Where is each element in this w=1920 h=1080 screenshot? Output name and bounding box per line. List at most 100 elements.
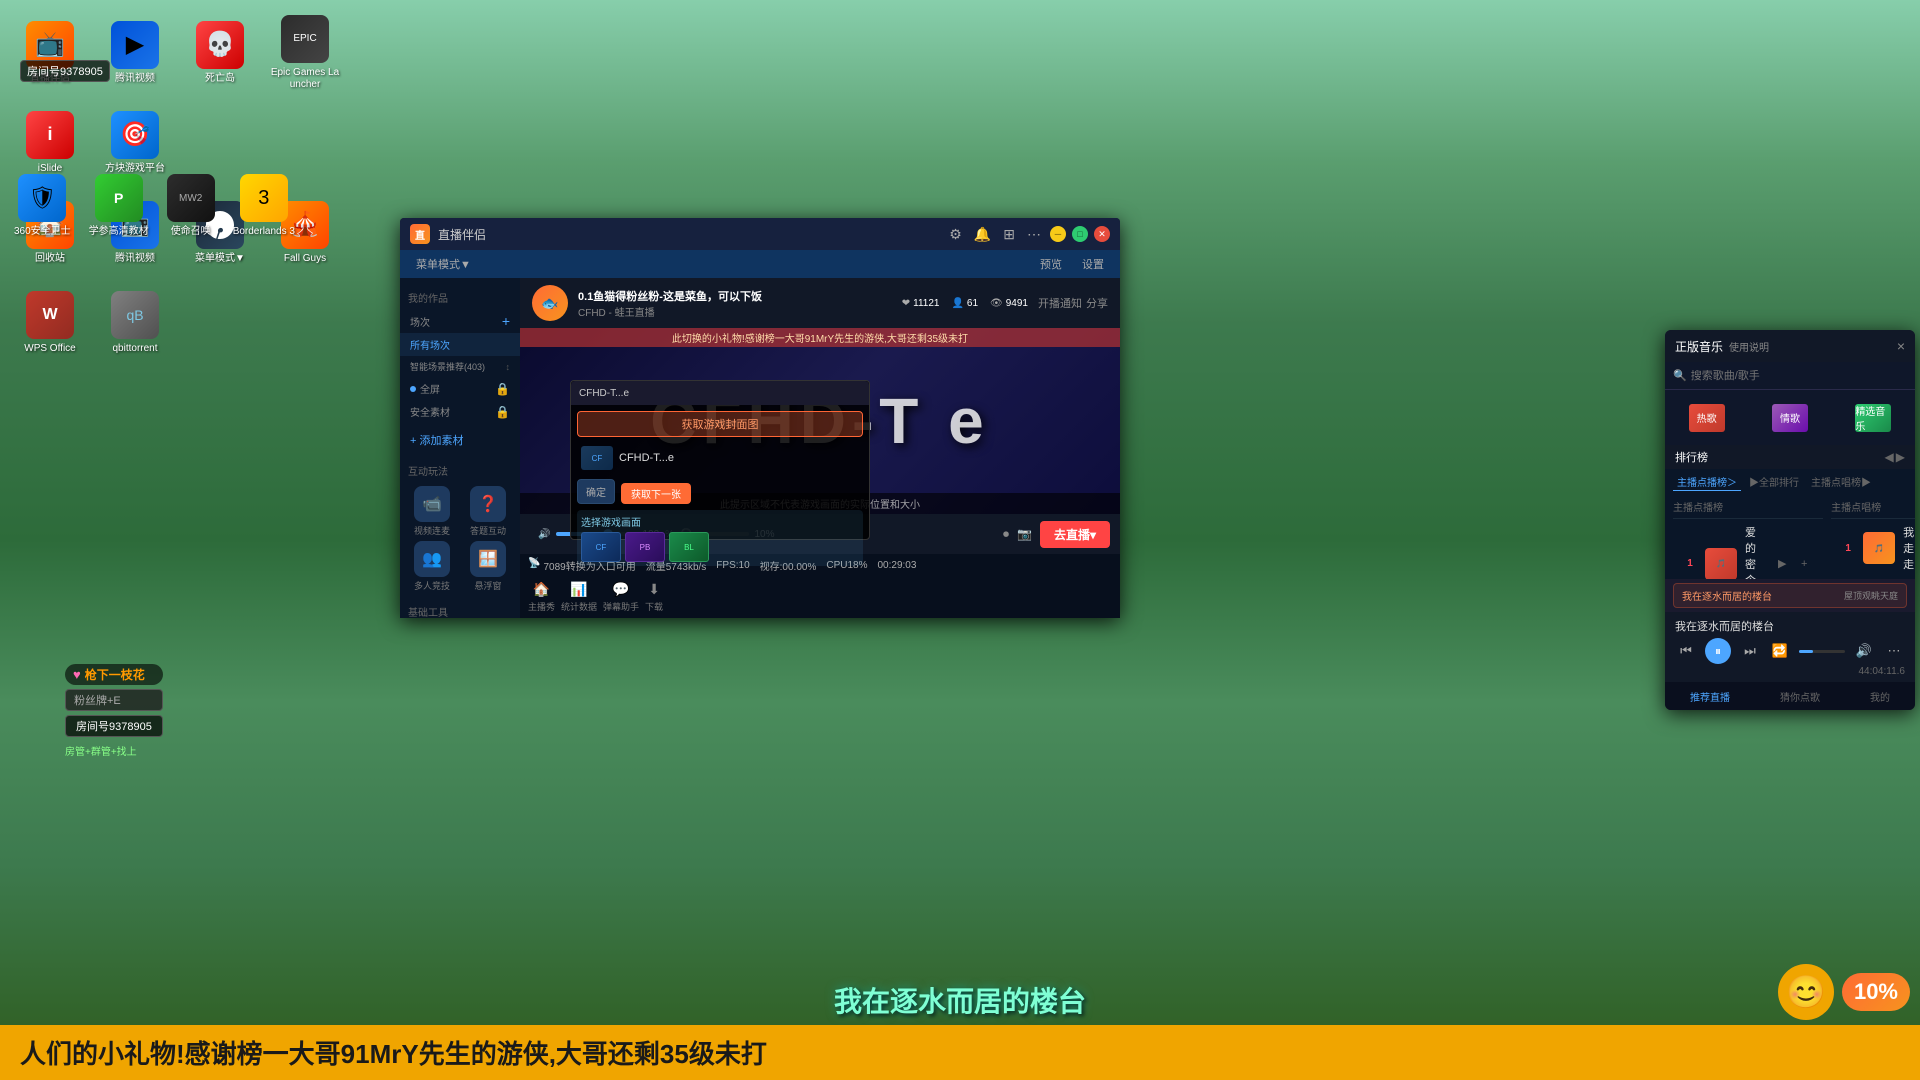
minimize-button[interactable]: ─ xyxy=(1050,226,1066,242)
camera-icon[interactable]: 📷 xyxy=(1017,527,1032,541)
bottom-danmu[interactable]: 💬 弹幕助手 xyxy=(603,581,639,613)
menu-bar: 菜单模式▼ 预览 设置 xyxy=(400,250,1120,278)
next-btn[interactable]: ⏭ xyxy=(1739,640,1761,662)
icon-panda[interactable]: P 学参高清教材 xyxy=(85,170,153,242)
bottom-home[interactable]: 🏠 主播秀 xyxy=(528,581,555,613)
music-cat-select[interactable]: 精选音乐 xyxy=(1832,390,1915,445)
sidebar-item-fullscreen[interactable]: 全屏 🔒 xyxy=(400,377,520,400)
game-select-cfhd[interactable]: CF CFHD-T...e xyxy=(577,443,863,473)
stats-icon: 📊 xyxy=(570,581,587,598)
streamer-info: 0.1鱼猫得粉丝粉-这是菜鱼，可以下饭 CFHD - 蛙王直播 xyxy=(578,288,892,319)
music-search-input[interactable] xyxy=(1691,370,1907,382)
playback-progress[interactable] xyxy=(1799,650,1845,653)
share-btn[interactable]: 分享 xyxy=(1086,295,1108,311)
stream-sidebar: 我的作品 场次 + 所有场次 智能场景推荐(403) ↕ 全屏 🔒 安全素材 🔒 xyxy=(400,278,520,618)
settings-icon[interactable]: ⚙ xyxy=(946,226,965,243)
int-btn-float[interactable]: 🪟 悬浮窗 xyxy=(462,541,514,592)
menu-settings[interactable]: 设置 xyxy=(1074,254,1112,274)
loop-btn[interactable]: 🔁 xyxy=(1769,640,1791,662)
go-live-button[interactable]: 去直播▾ xyxy=(1040,521,1110,548)
playback-fill xyxy=(1799,650,1813,653)
music-item-r2[interactable]: 2 🎵 尊重老人 xyxy=(1831,577,1915,579)
sidebar-item-safe-assets[interactable]: 安全素材 🔒 xyxy=(400,400,520,423)
music-cat-hot[interactable]: 热歌 xyxy=(1665,390,1748,445)
icon-mw2[interactable]: MW2 使命召唤 xyxy=(163,170,219,242)
music-cat-love[interactable]: 情歌 xyxy=(1748,390,1831,445)
stream-announcement: 此切换的小礼物!感谢榜一大哥91MrY先生的游侠,大哥还剩35级未打 xyxy=(520,328,1120,347)
game-list-header: 选择游戏画面 xyxy=(581,514,859,529)
now-playing-location: 屋顶观眺天庭 xyxy=(1844,589,1898,602)
bottom-download[interactable]: ⬇ 下载 xyxy=(645,581,663,613)
stat-views: 👁 9491 xyxy=(990,298,1028,309)
game-thumb-1[interactable]: CF xyxy=(581,532,621,562)
prev-btn[interactable]: ⏮ xyxy=(1675,640,1697,662)
icon-360[interactable]: 🛡 360安全卫士 xyxy=(10,170,75,242)
steam-label: 菜单模式▼ xyxy=(195,253,245,265)
now-playing-text: 我在逐水而居的楼台 xyxy=(1682,588,1772,603)
qbt-label: qbittorrent xyxy=(112,343,157,355)
icon-tencent-video[interactable]: ▶ 腾讯视频 xyxy=(95,10,175,95)
icon-bl3[interactable]: 3 Borderlands 3 xyxy=(229,170,299,242)
chart-nav: ◀ ▶ xyxy=(1885,450,1905,464)
get-next-btn[interactable]: 获取下一张 xyxy=(621,483,691,504)
maximize-button[interactable]: □ xyxy=(1072,226,1088,242)
confirm-game-btn[interactable]: 确定 xyxy=(577,479,615,504)
more-options-btn[interactable]: ⋯ xyxy=(1883,640,1905,662)
vol-icon[interactable]: 🔊 xyxy=(1853,640,1875,662)
bottom-stats[interactable]: 📊 统计数据 xyxy=(561,581,597,613)
grid-icon[interactable]: ⊞ xyxy=(1000,226,1018,243)
game-thumb-3[interactable]: BL xyxy=(669,532,709,562)
mini-window-title: CFHD-T...e xyxy=(571,381,869,405)
icon-qbt[interactable]: qB qbittorrent xyxy=(95,280,175,365)
icon-epic[interactable]: EPIC Epic Games Launcher xyxy=(265,10,345,95)
chart-tab-all[interactable]: ▶全部排行 xyxy=(1745,473,1803,491)
int-btn-quiz[interactable]: ❓ 答题互动 xyxy=(462,486,514,537)
int-btn-video[interactable]: 📹 视频连麦 xyxy=(406,486,458,537)
play-pause-btn[interactable]: ⏸ xyxy=(1705,638,1731,664)
notify-btn[interactable]: 开播通知 xyxy=(1038,295,1082,311)
game-thumb-2[interactable]: PB xyxy=(625,532,665,562)
menu-mode[interactable]: 菜单模式▼ xyxy=(408,254,479,274)
charts-title: 排行榜 xyxy=(1675,449,1708,465)
user-overlay: ♥ 枪下一枝花 粉丝牌+E 房间号9378905 房管+群管+找上 xyxy=(65,664,163,760)
menu-dots-icon[interactable]: ⋯ xyxy=(1024,226,1044,243)
close-button[interactable]: ✕ xyxy=(1094,226,1110,242)
sidebar-item-smart[interactable]: 智能场景推荐(403) ↕ xyxy=(400,356,520,377)
record-icon[interactable]: ⏺ xyxy=(1003,527,1009,542)
music-item-r1[interactable]: 1 🎵 我走走 xyxy=(1831,519,1915,577)
song-thumb-1: 🎵 xyxy=(1705,548,1737,580)
chart-prev-btn[interactable]: ◀ xyxy=(1885,450,1894,464)
room-id-badge: 房间号9378905 xyxy=(65,715,163,737)
footer-guess[interactable]: 猜你点歌 xyxy=(1774,687,1826,706)
add-btn-1[interactable]: + xyxy=(1795,555,1813,573)
menu-preview[interactable]: 预览 xyxy=(1032,254,1070,274)
chart-tab-sung[interactable]: 主播点唱榜▶ xyxy=(1807,473,1875,491)
play-btn-1[interactable]: ▶ xyxy=(1773,555,1791,573)
music-item-1[interactable]: 1 🎵 爱的密令 小偷 ▶ + xyxy=(1673,519,1823,579)
icon-streaming-tool[interactable]: 📺 直播伴侣 xyxy=(10,10,90,95)
icon-dead-cells[interactable]: 💀 死亡岛 xyxy=(180,10,260,95)
sidebar-item-all-scenes[interactable]: 所有场次 xyxy=(400,333,520,356)
hot-songs-thumb: 热歌 xyxy=(1689,404,1725,432)
music-title: 正版音乐 xyxy=(1675,338,1723,355)
notification-icon[interactable]: 🔔 xyxy=(971,226,994,243)
icon-wps[interactable]: W WPS Office xyxy=(10,280,90,365)
sidebar-section-basic: 基础工具 xyxy=(400,600,520,618)
add-asset-btn[interactable]: + 添加素材 xyxy=(400,427,520,453)
desktop-icons-grid: 📺 直播伴侣 ▶ 腾讯视频 💀 死亡岛 EPIC Epic Games Laun… xyxy=(0,0,400,800)
sidebar-item-scenes[interactable]: 场次 + xyxy=(400,309,520,333)
emoji-overlay: 😊 10% 344K▲ 189K▼ xyxy=(1778,964,1910,1020)
music-sidebar: 正版音乐 使用说明 × 🔍 热歌 情歌 精选音乐 排行榜 ◀ ▶ 主播点播榜＞ … xyxy=(1665,330,1915,710)
percentage-display: 10% xyxy=(1842,973,1910,1011)
chart-next-btn[interactable]: ▶ xyxy=(1896,450,1905,464)
sidebar-section-interactive: 互动玩法 xyxy=(400,459,520,482)
chart-tab-played[interactable]: 主播点播榜＞ xyxy=(1673,473,1741,491)
int-btn-multiplayer[interactable]: 👥 多人竞技 xyxy=(406,541,458,592)
subtitle-bar: 我在逐水而居的楼台 xyxy=(0,980,1920,1020)
mini-game-window: CFHD-T...e 获取游戏封面图 CF CFHD-T...e 确定 获取下一… xyxy=(570,380,870,540)
footer-mine[interactable]: 我的 xyxy=(1864,687,1896,706)
music-categories: 热歌 情歌 精选音乐 xyxy=(1665,390,1915,445)
mini-window-content: 获取游戏封面图 CF CFHD-T...e 确定 获取下一张 选择游戏画面 CF… xyxy=(571,405,869,572)
footer-recommend[interactable]: 推荐直播 xyxy=(1684,687,1736,706)
music-close-btn[interactable]: × xyxy=(1897,338,1905,354)
